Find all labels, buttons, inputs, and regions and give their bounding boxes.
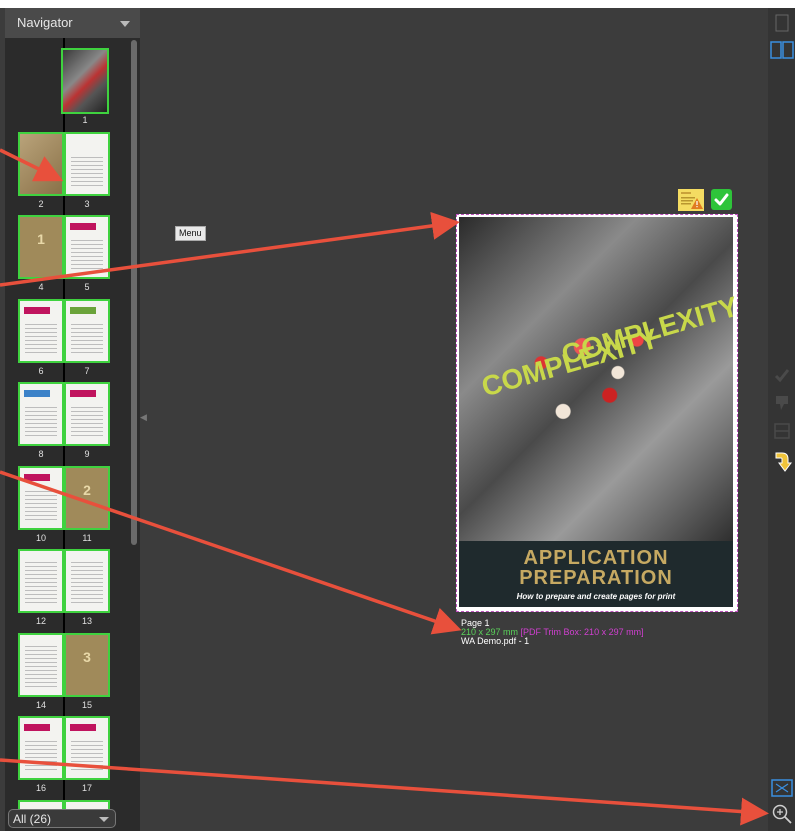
page-number: 15 bbox=[81, 700, 92, 710]
spread-view-icon[interactable] bbox=[770, 41, 794, 59]
header-bar bbox=[70, 223, 96, 230]
page-number: 6 bbox=[38, 366, 44, 376]
single-page-icon[interactable] bbox=[775, 14, 789, 32]
section-number: 1 bbox=[37, 231, 45, 247]
page-number: 8 bbox=[38, 449, 44, 459]
thumbnail-page-7[interactable] bbox=[64, 299, 110, 363]
navigator-panel: Navigator 1 2 3 1 4 5 6 7 8 9 2 10 11 12… bbox=[5, 8, 140, 831]
navigator-header[interactable]: Navigator bbox=[5, 8, 140, 38]
thumbnail-page-15[interactable]: 3 bbox=[64, 633, 110, 697]
page-number: 16 bbox=[35, 783, 46, 793]
thumbnail-page-6[interactable] bbox=[18, 299, 64, 363]
page-number: 12 bbox=[35, 616, 46, 626]
page-number: 2 bbox=[38, 199, 44, 209]
thumbnail-page-14[interactable] bbox=[18, 633, 64, 697]
header-bar bbox=[24, 307, 50, 314]
text-lines bbox=[25, 559, 57, 603]
menu-button[interactable]: Menu bbox=[175, 226, 206, 241]
text-lines bbox=[71, 559, 103, 603]
page-number: 7 bbox=[84, 366, 90, 376]
section-number: 2 bbox=[83, 482, 91, 498]
thumbnail-page-16[interactable] bbox=[18, 716, 64, 780]
right-toolbar bbox=[768, 8, 795, 831]
page-number: 13 bbox=[81, 616, 92, 626]
header-bar bbox=[70, 307, 96, 314]
text-lines bbox=[25, 643, 57, 687]
text-lines bbox=[25, 321, 57, 353]
page-number: 11 bbox=[82, 533, 92, 543]
thumbnail-page-4[interactable]: 1 bbox=[18, 215, 64, 279]
page-number: 1 bbox=[82, 115, 88, 125]
page-number: 10 bbox=[35, 533, 46, 543]
thumbnail-page-8[interactable] bbox=[18, 382, 64, 446]
text-lines bbox=[71, 154, 103, 186]
text-lines bbox=[71, 321, 103, 353]
compare-icon[interactable] bbox=[773, 422, 791, 440]
page-number: 14 bbox=[35, 700, 46, 710]
page-filter-value: All (26) bbox=[13, 812, 52, 826]
thumbnail-page-5[interactable] bbox=[64, 215, 110, 279]
chevron-down-icon bbox=[99, 817, 109, 822]
next-unreviewed-icon[interactable] bbox=[772, 450, 792, 474]
approved-check-icon[interactable] bbox=[711, 189, 732, 210]
file-info: WA Demo.pdf - 1 bbox=[461, 636, 530, 646]
thumbnail-page-9[interactable] bbox=[64, 382, 110, 446]
text-lines bbox=[25, 404, 57, 436]
navigator-scrollbar[interactable] bbox=[131, 40, 137, 545]
trim-box-outline bbox=[456, 214, 738, 612]
text-lines bbox=[25, 488, 57, 520]
thumbnail-page-2[interactable] bbox=[18, 132, 64, 196]
fit-page-icon[interactable] bbox=[771, 779, 793, 797]
thumbnail-page-1[interactable] bbox=[61, 48, 109, 114]
header-bar bbox=[24, 390, 50, 397]
reject-icon[interactable] bbox=[773, 394, 791, 412]
sticky-note-icon[interactable] bbox=[678, 189, 704, 211]
header-bar bbox=[70, 724, 96, 731]
page-number: 3 bbox=[84, 199, 90, 209]
page-number: 4 bbox=[38, 282, 44, 292]
zoom-in-icon[interactable] bbox=[771, 803, 793, 825]
thumbnail-page-3[interactable] bbox=[64, 132, 110, 196]
header-bar bbox=[24, 474, 50, 481]
text-lines bbox=[71, 237, 103, 269]
trim-box-info: [PDF Trim Box: 210 x 297 mm] bbox=[520, 627, 644, 637]
text-lines bbox=[71, 404, 103, 436]
page-filter-select[interactable]: All (26) bbox=[8, 809, 116, 828]
panel-collapse-handle[interactable]: ◀ bbox=[140, 410, 147, 424]
header-bar bbox=[24, 724, 50, 731]
text-lines bbox=[71, 738, 103, 770]
header-bar bbox=[70, 390, 96, 397]
approve-icon[interactable] bbox=[773, 366, 791, 384]
page-number: 5 bbox=[84, 282, 90, 292]
thumbnail-page-11[interactable]: 2 bbox=[64, 466, 110, 530]
thumbnail-page-13[interactable] bbox=[64, 549, 110, 613]
navigator-title: Navigator bbox=[17, 15, 73, 30]
page-number: 9 bbox=[84, 449, 90, 459]
section-number: 3 bbox=[83, 649, 91, 665]
check-icon bbox=[714, 193, 729, 206]
thumbnail-page-12[interactable] bbox=[18, 549, 64, 613]
text-lines bbox=[25, 738, 57, 770]
chevron-down-icon[interactable] bbox=[120, 21, 130, 27]
note-warning-icon bbox=[681, 192, 703, 209]
thumbnail-page-10[interactable] bbox=[18, 466, 64, 530]
thumbnail-page-17[interactable] bbox=[64, 716, 110, 780]
page-number: 17 bbox=[81, 783, 92, 793]
